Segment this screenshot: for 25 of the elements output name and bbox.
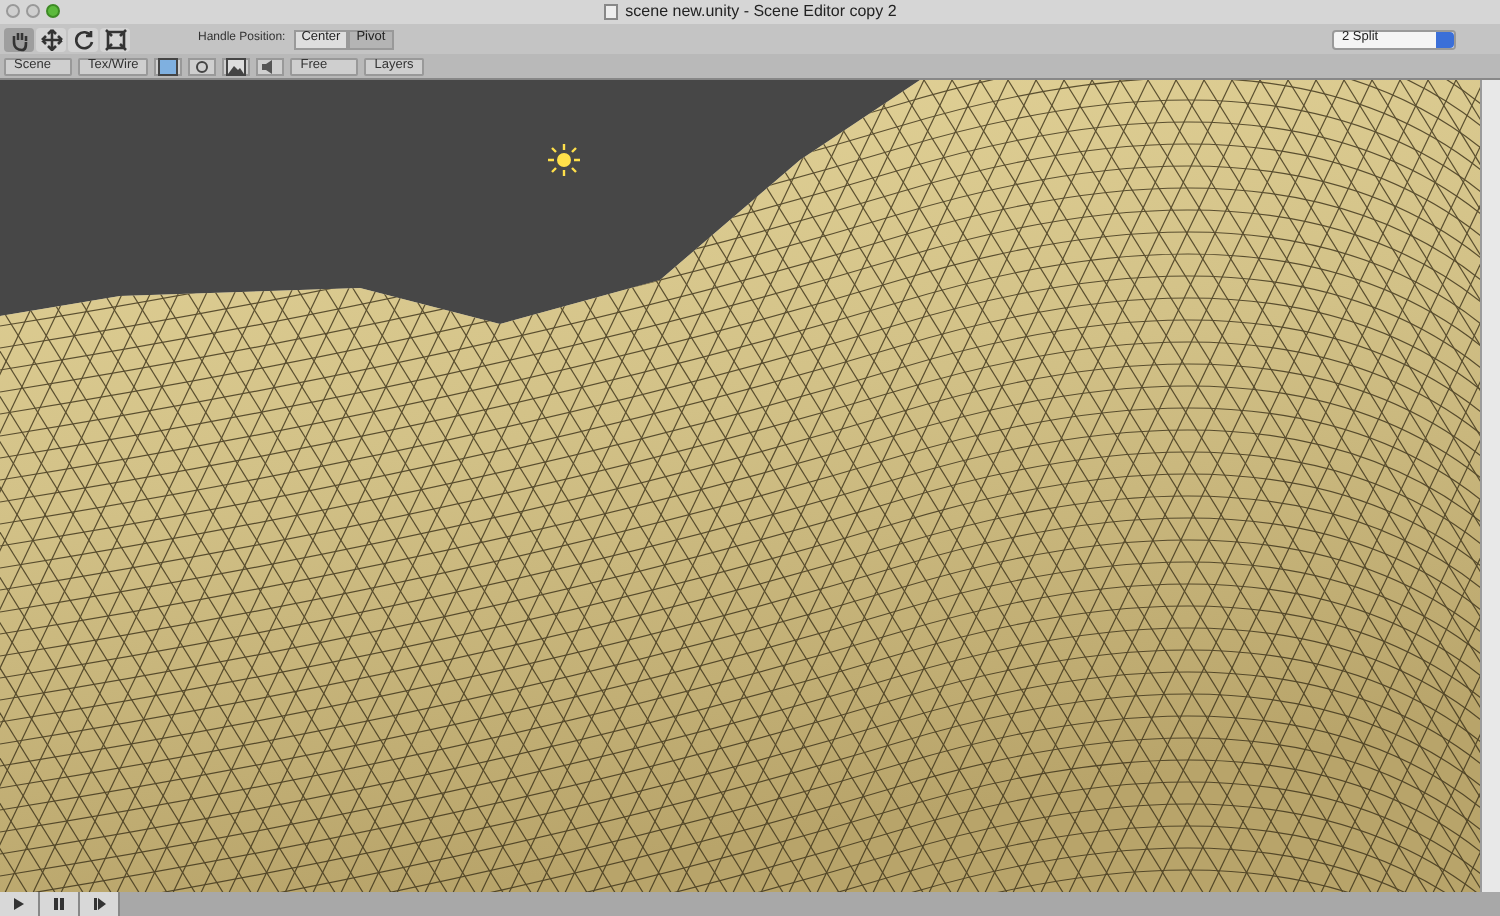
toolbar-icon-button[interactable] <box>154 57 183 75</box>
tool-button[interactable] <box>68 27 98 51</box>
playback-button[interactable] <box>40 892 80 916</box>
scale-icon <box>103 27 127 51</box>
image-icon <box>226 57 247 75</box>
hand-icon <box>7 27 31 51</box>
stepper-icon <box>1436 31 1454 47</box>
toolbar-icon-button[interactable] <box>188 57 217 75</box>
scrollbar[interactable] <box>1480 80 1500 892</box>
step-icon <box>93 898 105 910</box>
playback-button[interactable] <box>80 892 120 916</box>
toolbar-icon-button[interactable] <box>222 57 251 75</box>
window-title: scene new.unity - Scene Editor copy 2 <box>625 4 897 20</box>
color-swatch-icon <box>158 57 179 75</box>
tool-button[interactable] <box>36 27 66 51</box>
playback-button[interactable] <box>0 892 40 916</box>
pause-icon <box>54 898 64 910</box>
move-icon <box>39 27 63 51</box>
rotate-icon <box>71 27 95 51</box>
toolbar-icon-button[interactable] <box>256 57 285 75</box>
tool-button[interactable] <box>4 27 34 51</box>
zoom-icon[interactable] <box>46 4 60 18</box>
play-icon <box>14 898 24 910</box>
tool-button[interactable] <box>100 27 130 51</box>
document-icon <box>603 4 618 20</box>
